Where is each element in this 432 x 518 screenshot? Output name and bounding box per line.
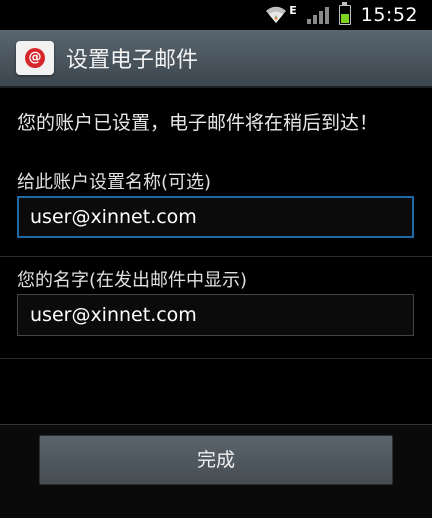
at-sign-icon: @ bbox=[25, 48, 45, 68]
your-name-label: 您的名字(在发出邮件中显示) bbox=[17, 270, 248, 291]
divider bbox=[0, 424, 432, 425]
status-bar: E 15:52 bbox=[0, 0, 432, 30]
page-title: 设置电子邮件 bbox=[66, 48, 199, 73]
divider bbox=[0, 256, 432, 257]
done-button[interactable]: 完成 bbox=[39, 435, 393, 485]
wifi-icon bbox=[265, 5, 287, 25]
title-bar: @ 设置电子邮件 bbox=[0, 30, 432, 88]
email-app-icon[interactable]: @ bbox=[16, 41, 54, 75]
clock: 15:52 bbox=[360, 4, 418, 26]
battery-level bbox=[340, 14, 349, 23]
account-name-label: 给此账户设置名称(可选) bbox=[17, 172, 212, 193]
network-type-indicator: E bbox=[289, 3, 297, 17]
account-setup-message: 您的账户已设置，电子邮件将在稍后到达！ bbox=[17, 112, 379, 134]
signal-icon bbox=[306, 6, 329, 24]
your-name-input[interactable]: user@xinnet.com bbox=[17, 294, 414, 336]
battery-icon bbox=[338, 2, 351, 25]
divider bbox=[0, 358, 432, 359]
account-name-input[interactable]: user@xinnet.com bbox=[17, 196, 414, 238]
